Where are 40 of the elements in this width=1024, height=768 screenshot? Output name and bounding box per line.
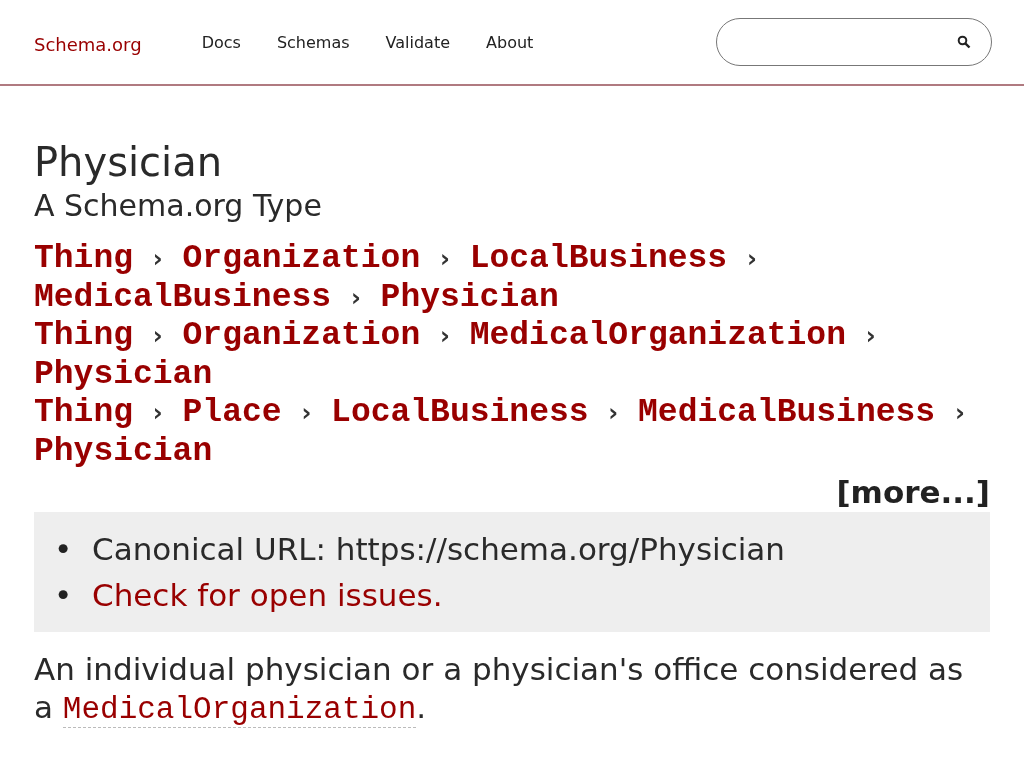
breadcrumb-separator: › (954, 399, 965, 428)
breadcrumb-link[interactable]: LocalBusiness (469, 240, 728, 277)
site-logo[interactable]: Schema.org (34, 33, 142, 55)
type-link[interactable]: MedicalOrganization (62, 691, 417, 728)
breadcrumb-link[interactable]: Organization (182, 317, 421, 355)
breadcrumb-link[interactable]: LocalBusiness (331, 394, 589, 432)
bullet: • (54, 529, 74, 569)
page-title: Physician (34, 138, 224, 186)
more-link[interactable]: [more...] (836, 471, 990, 512)
bullet: • (54, 575, 74, 615)
breadcrumb-link[interactable]: Thing (34, 394, 134, 432)
breadcrumb-link[interactable]: MedicalOrganization (469, 317, 846, 355)
breadcrumb-link[interactable]: Physician (34, 432, 213, 470)
breadcrumb-separator: › (350, 283, 361, 312)
breadcrumb-separator: › (608, 399, 619, 428)
breadcrumb-link[interactable]: Thing (34, 240, 134, 277)
breadcrumb-separator: › (301, 399, 312, 428)
breadcrumb-link[interactable]: Thing (34, 317, 134, 355)
description: An individual physician or a physician's office considered as a MedicalOrganization. (34, 649, 965, 729)
page-subtitle: A Schema.org Type (34, 187, 323, 225)
breadcrumb-separator: › (440, 322, 450, 351)
breadcrumb-link[interactable]: Organization (182, 240, 421, 277)
breadcrumb-link[interactable]: Physician (34, 355, 213, 393)
breadcrumb-separator: › (152, 245, 163, 273)
breadcrumb-separator: › (865, 322, 876, 351)
search-icon[interactable] (957, 35, 971, 49)
breadcrumb-separator: › (152, 322, 163, 351)
nav-link[interactable]: Schemas (276, 32, 350, 52)
breadcrumb-separator: › (152, 399, 163, 428)
canonical-url: Canonical URL: https://schema.org/Physician (92, 529, 785, 569)
breadcrumb-link[interactable]: MedicalBusiness (34, 278, 332, 316)
breadcrumb-link[interactable]: MedicalBusiness (638, 394, 936, 432)
nav-link[interactable]: About (486, 32, 534, 52)
breadcrumb-separator: › (440, 245, 450, 273)
breadcrumb-separator: › (746, 245, 757, 273)
nav-link[interactable]: Docs (201, 32, 241, 52)
breadcrumb-link[interactable]: Physician (380, 278, 559, 316)
nav-link[interactable]: Validate (385, 32, 451, 52)
issues-link[interactable]: Check for open issues. (92, 571, 443, 618)
breadcrumb-link[interactable]: Place (182, 394, 282, 432)
